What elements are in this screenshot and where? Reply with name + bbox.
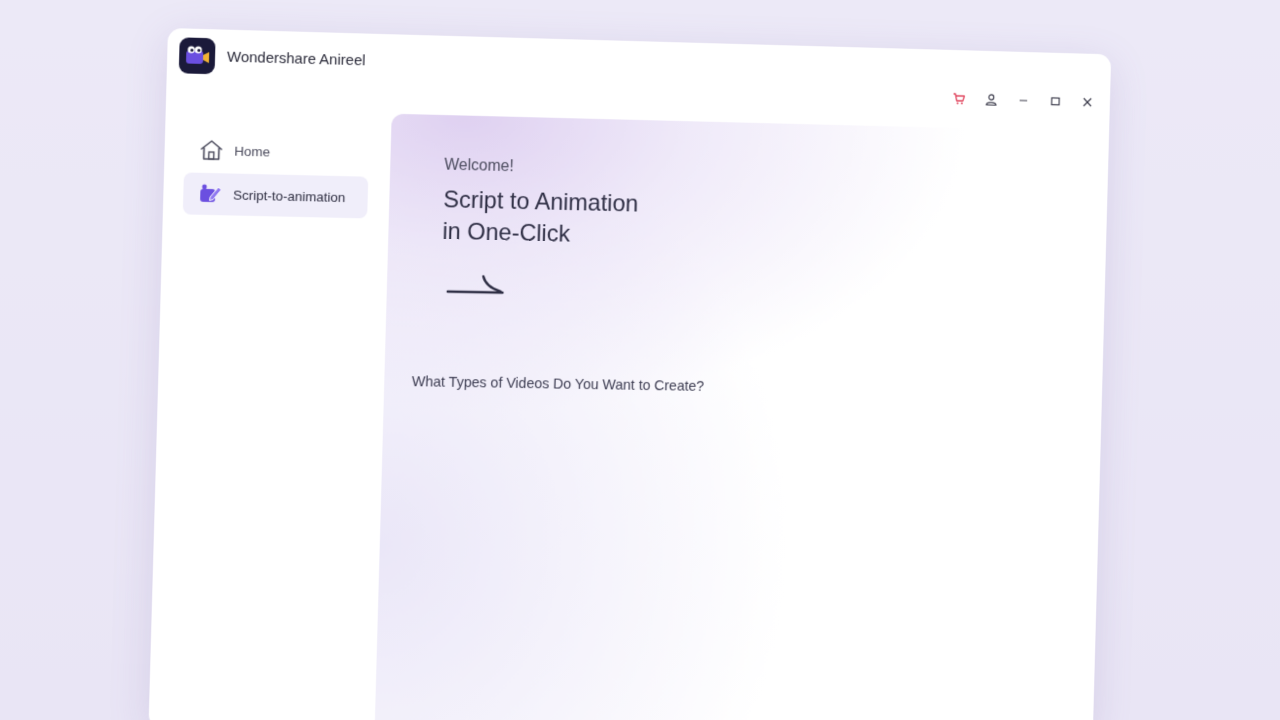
app-window: Wondershare Anireel Home Script-to-anima… [148,28,1112,720]
page-title: Script to Animation in One-Click [442,184,639,251]
sidebar: Home Script-to-animation [148,108,385,720]
minimize-icon[interactable] [1014,91,1033,111]
anireel-logo-icon [178,37,216,75]
user-icon[interactable] [982,90,1001,110]
sidebar-item-label: Script-to-animation [232,187,346,205]
maximize-icon[interactable] [1046,91,1065,111]
welcome-text: Welcome! [444,156,514,176]
section-heading: What Types of Videos Do You Want to Crea… [411,374,705,395]
app-title: Wondershare Anireel [226,48,366,70]
cart-icon[interactable] [949,89,968,109]
headline-line-2: in One-Click [442,218,571,248]
sidebar-item-home[interactable]: Home [184,128,370,174]
sidebar-item-label: Home [234,143,271,159]
close-icon[interactable] [1078,92,1097,112]
script-to-animation-icon [195,179,226,210]
underline-decoration [446,270,505,297]
title-bar: Wondershare Anireel [166,28,1111,109]
window-controls [949,89,1097,112]
sidebar-item-script-to-animation[interactable]: Script-to-animation [182,172,369,219]
headline-line-1: Script to Animation [443,186,639,218]
home-icon [196,135,227,166]
main-panel: Welcome! Script to Animation in One-Clic… [374,113,1110,720]
background: Wondershare Anireel Home Script-to-anima… [0,0,1280,720]
